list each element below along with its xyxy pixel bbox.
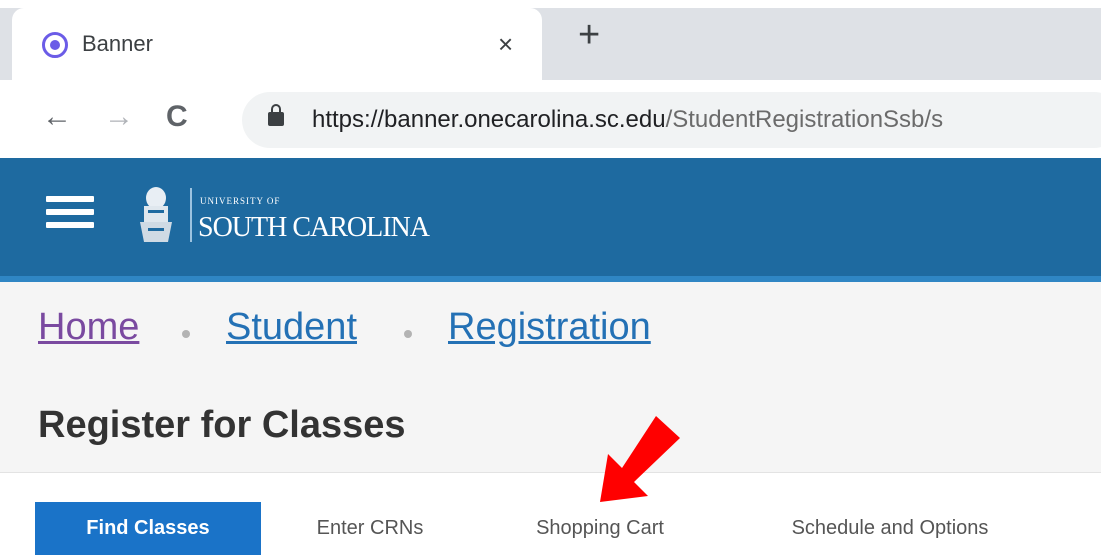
university-seal-icon	[140, 187, 172, 242]
tab-schedule-and-options[interactable]: Schedule and Options	[740, 502, 1040, 555]
logo-divider	[190, 188, 192, 242]
tab-title: Banner	[82, 31, 153, 56]
tab-enter-crns[interactable]: Enter CRNs	[280, 502, 460, 555]
url-path: /StudentRegistrationSsb/s	[665, 106, 944, 133]
url-text: https://banner.onecarolina.sc.edu/Studen…	[312, 106, 943, 134]
browser-tabstrip: Banner × +	[0, 0, 1101, 82]
breadcrumb-home[interactable]: Home	[38, 306, 139, 349]
url-host: https://banner.onecarolina.sc.edu	[312, 106, 666, 133]
back-icon[interactable]: ←	[42, 100, 72, 134]
new-tab-icon[interactable]: +	[578, 14, 600, 57]
page-title: Register for Classes	[38, 404, 406, 446]
lock-icon	[268, 104, 284, 126]
logo-university-of: UNIVERSITY OF	[200, 196, 281, 206]
tab-find-classes[interactable]: Find Classes	[35, 502, 261, 555]
breadcrumb-registration[interactable]: Registration	[448, 306, 651, 349]
forward-icon[interactable]: →	[104, 100, 134, 134]
banner-favicon-icon	[42, 32, 68, 58]
close-tab-icon[interactable]: ×	[498, 29, 513, 60]
breadcrumb-student[interactable]: Student	[226, 306, 357, 349]
hamburger-menu-icon[interactable]	[46, 196, 94, 232]
breadcrumb-separator	[404, 330, 412, 338]
browser-tab[interactable]: Banner ×	[12, 8, 542, 82]
red-arrow-icon	[600, 416, 680, 502]
reload-icon[interactable]: C	[166, 100, 188, 134]
breadcrumb-separator	[182, 330, 190, 338]
logo-south-carolina[interactable]: SOUTH CAROLINA	[198, 212, 430, 244]
address-bar[interactable]: https://banner.onecarolina.sc.edu/Studen…	[242, 92, 1101, 148]
